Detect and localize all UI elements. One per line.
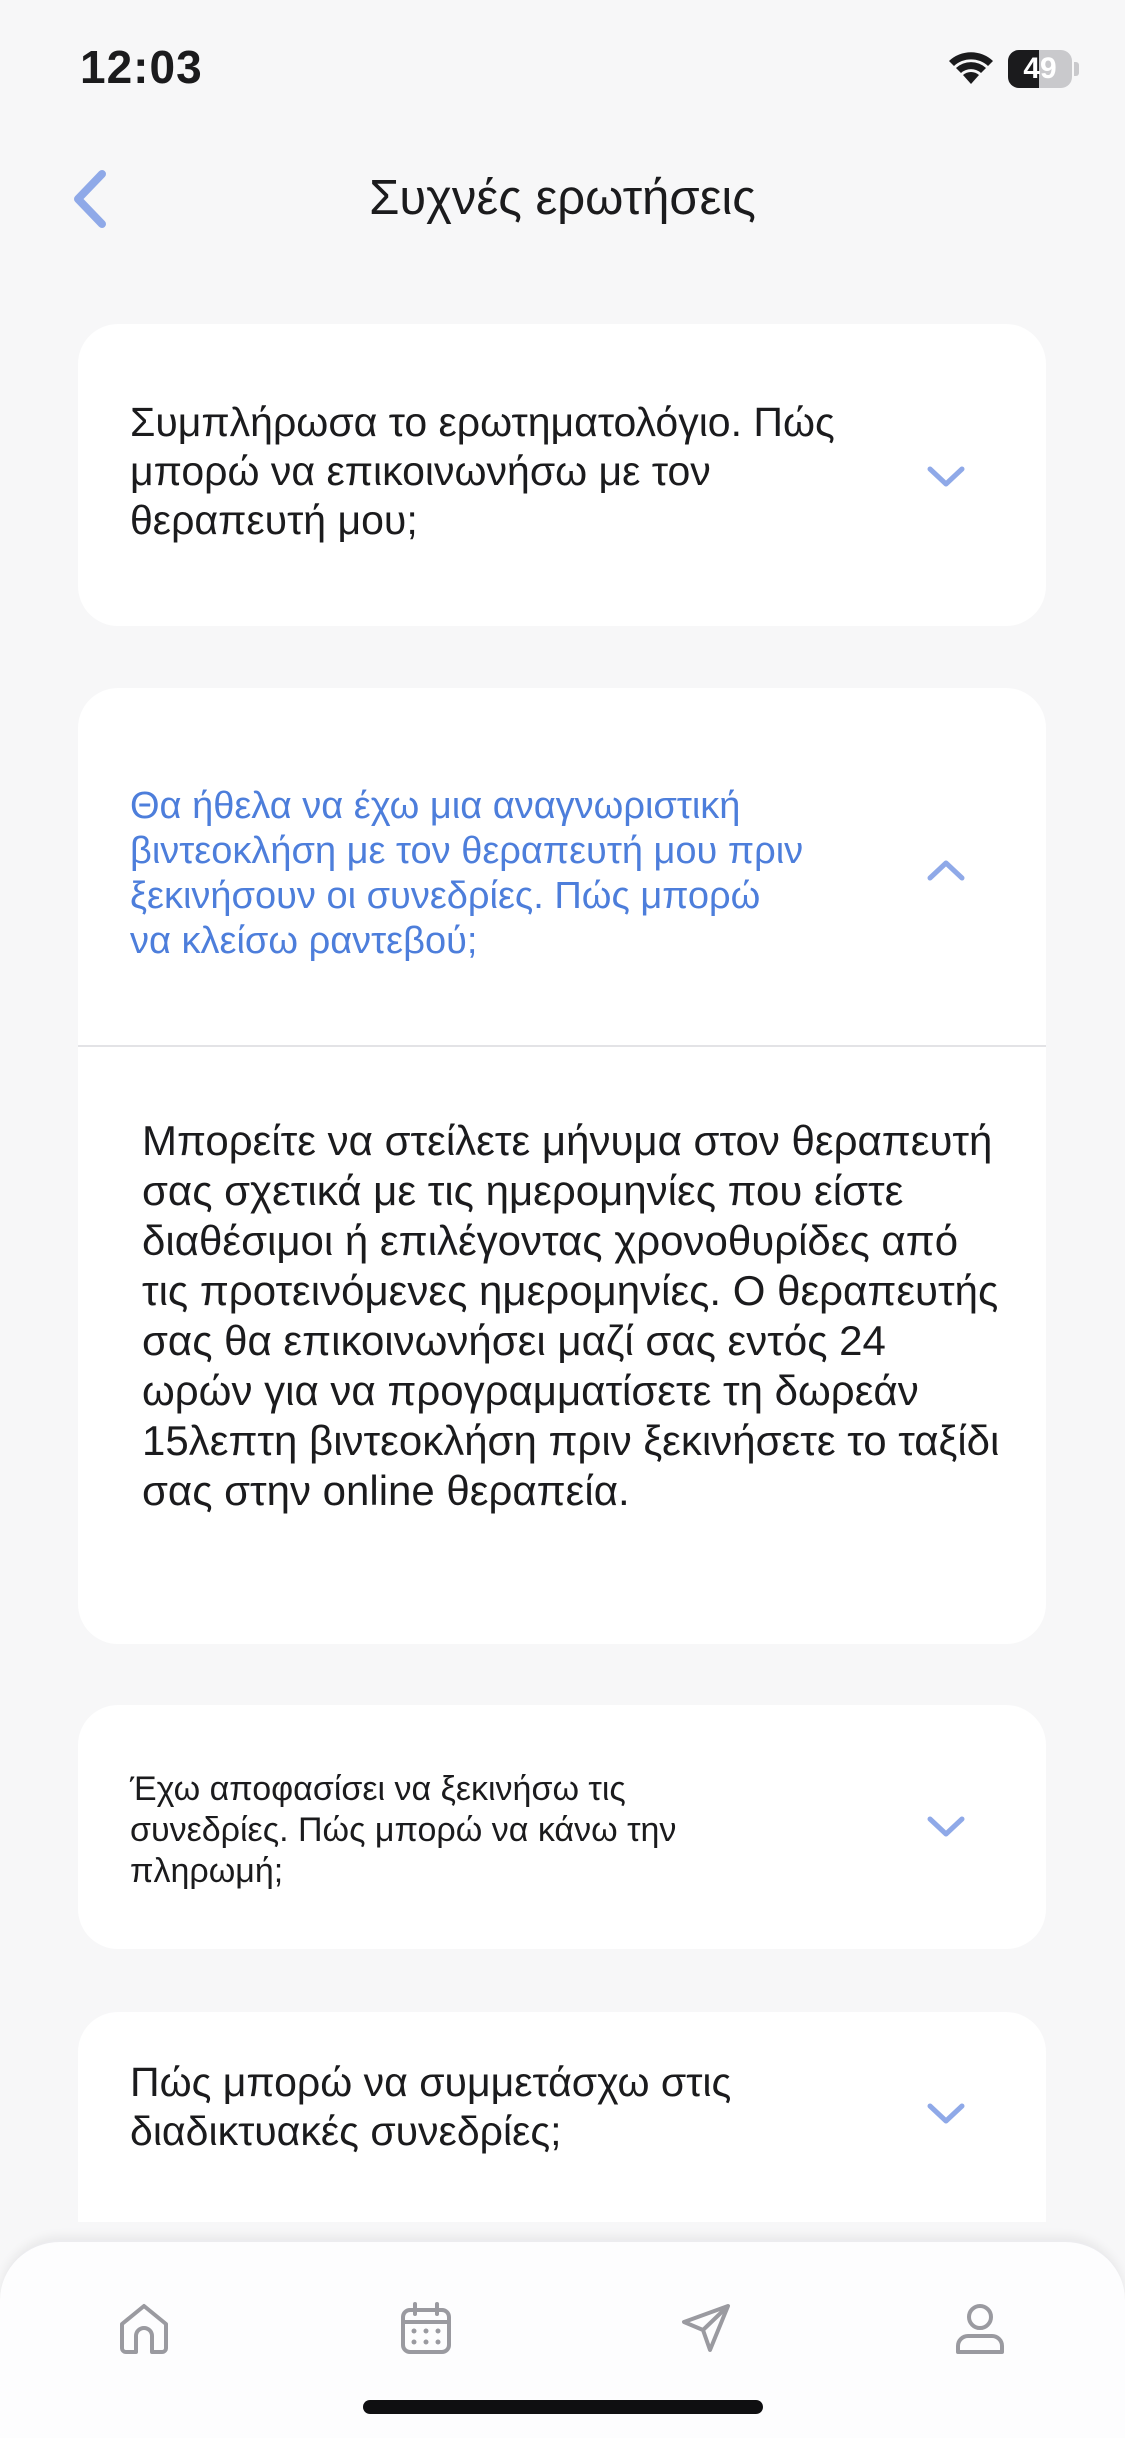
status-time: 12:03 (80, 41, 203, 93)
faq-question: Πώς μπορώ να συμμετάσχω στις διαδικτυακέ… (130, 2059, 732, 2154)
faq-item[interactable]: Έχω αποφασίσει να ξεκινήσω τις συνεδρίες… (78, 1705, 1046, 1949)
wifi-icon (949, 52, 993, 84)
divider (78, 1045, 1046, 1047)
page-title: Συχνές ερωτήσεις (369, 171, 756, 225)
profile-icon[interactable] (950, 2298, 1010, 2358)
faq-question: Θα ήθελα να έχω μια αναγνωριστική βιντεο… (130, 785, 804, 962)
chevron-down-icon[interactable] (926, 2102, 966, 2126)
faq-answer: Μπορείτε να στείλετε μήνυμα στον θεραπευ… (142, 1117, 1000, 1514)
home-indicator (363, 2400, 763, 2414)
faq-question: Συμπλήρωσα το ερωτηματολόγιο. Πώς μπορώ … (130, 399, 835, 543)
chevron-up-icon[interactable] (926, 858, 966, 882)
chevron-down-icon[interactable] (926, 465, 966, 489)
chevron-down-icon[interactable] (926, 1815, 966, 1839)
calendar-icon[interactable] (396, 2298, 456, 2358)
home-icon[interactable] (114, 2298, 174, 2358)
faq-item-expanded[interactable]: Θα ήθελα να έχω μια αναγνωριστική βιντεο… (78, 688, 1046, 1644)
send-icon[interactable] (676, 2298, 736, 2358)
faq-question: Έχω αποφασίσει να ξεκινήσω τις συνεδρίες… (130, 1770, 677, 1890)
faq-item[interactable]: Συμπλήρωσα το ερωτηματολόγιο. Πώς μπορώ … (78, 324, 1046, 626)
battery-icon: 49 (1008, 50, 1080, 88)
faq-item[interactable]: Πώς μπορώ να συμμετάσχω στις διαδικτυακέ… (78, 2012, 1046, 2222)
battery-percent: 49 (1023, 52, 1057, 85)
